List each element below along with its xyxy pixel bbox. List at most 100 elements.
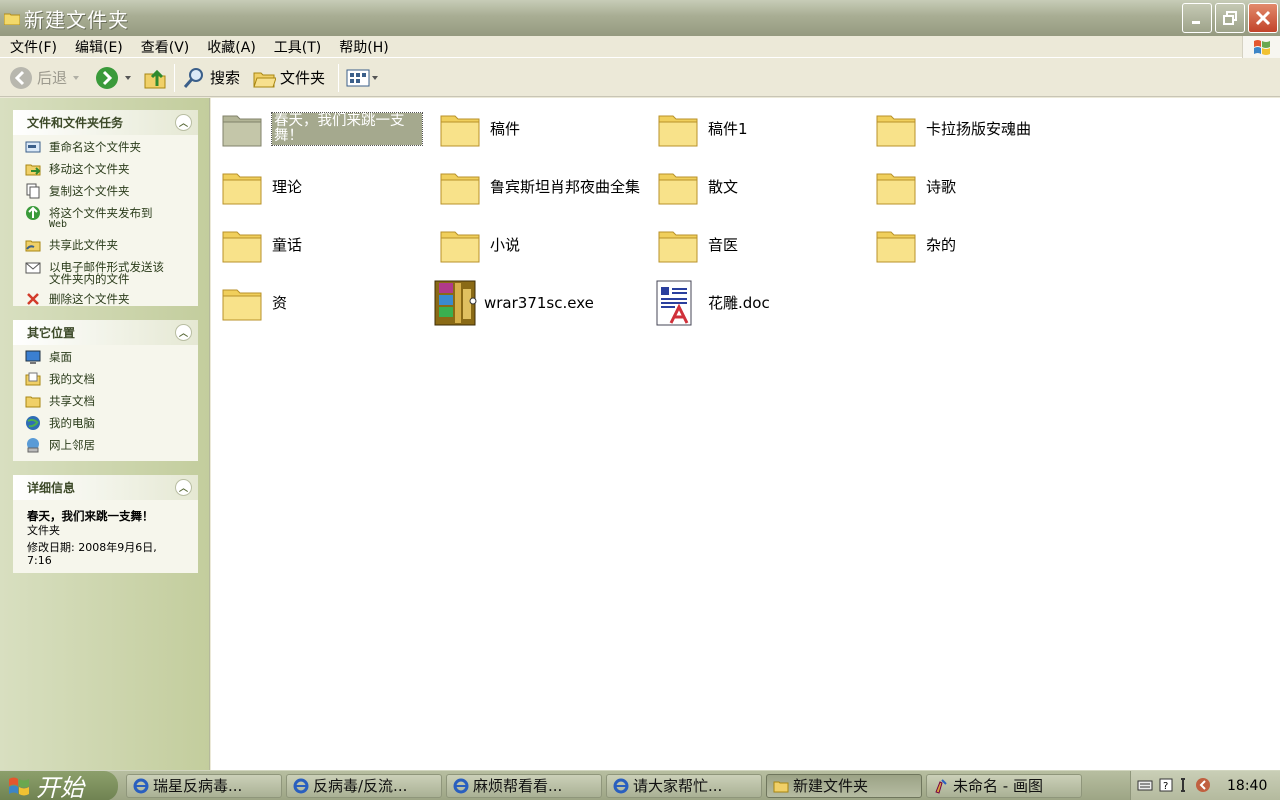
- file-item-folder[interactable]: 音医: [654, 216, 738, 274]
- network-status-icon[interactable]: [1179, 777, 1189, 796]
- task-share-folder[interactable]: 共享此文件夹: [25, 239, 188, 253]
- place-my-computer[interactable]: 我的电脑: [25, 415, 188, 431]
- task-publish-web[interactable]: 将这个文件夹发布到 Web: [25, 206, 188, 231]
- menu-view[interactable]: 查看(V): [132, 37, 199, 57]
- ie-icon: [453, 778, 469, 794]
- taskbar-button[interactable]: 请大家帮忙...: [606, 773, 762, 798]
- minimize-icon: [1192, 21, 1200, 24]
- shared-documents-icon: [25, 393, 41, 409]
- my-computer-icon: [25, 415, 41, 431]
- tray-chevron-icon[interactable]: [1195, 777, 1211, 796]
- svg-text:?: ?: [1163, 781, 1168, 792]
- windows-logo-icon: [1242, 36, 1280, 58]
- search-button[interactable]: 搜索: [179, 63, 243, 93]
- title-bar[interactable]: 新建文件夹: [0, 0, 1280, 36]
- place-network[interactable]: 网上邻居: [25, 437, 188, 453]
- folder-icon: [218, 279, 266, 327]
- taskbar: 开始 瑞星反病毒... 反病毒/反流... 麻烦帮看看... 请大家帮忙... …: [0, 770, 1280, 800]
- my-documents-icon: [25, 371, 41, 387]
- file-list-view[interactable]: 春天，我们来跳一支舞！ 稿件 稿件1 卡拉扬版安魂曲 理论 鲁宾斯坦肖邦夜曲全集…: [211, 98, 1280, 770]
- file-item-folder[interactable]: 童话: [218, 216, 302, 274]
- panel-header[interactable]: 文件和文件夹任务 ︿: [13, 110, 198, 135]
- file-item-folder[interactable]: 稿件1: [654, 100, 748, 158]
- task-pane: 文件和文件夹任务 ︿ 重命名这个文件夹 移动这个文件夹 复制这个文件夹 将这个文…: [0, 98, 210, 770]
- file-item-folder[interactable]: 春天，我们来跳一支舞！: [218, 100, 423, 158]
- folders-button[interactable]: 文件夹: [249, 63, 328, 93]
- file-item-folder[interactable]: 卡拉扬版安魂曲: [872, 100, 1031, 158]
- start-button[interactable]: 开始: [0, 770, 118, 800]
- menu-favorites[interactable]: 收藏(A): [198, 37, 265, 57]
- place-shared-documents[interactable]: 共享文档: [25, 395, 188, 409]
- file-item-folder[interactable]: 诗歌: [872, 158, 956, 216]
- copy-icon: [25, 183, 41, 199]
- folder-icon: [218, 221, 266, 269]
- place-desktop[interactable]: 桌面: [25, 349, 188, 365]
- panel-title: 其它位置: [27, 326, 76, 340]
- menu-bar: 文件(F) 编辑(E) 查看(V) 收藏(A) 工具(T) 帮助(H): [0, 36, 1280, 58]
- email-icon: [25, 259, 41, 275]
- file-item-folder[interactable]: 鲁宾斯坦肖邦夜曲全集: [436, 158, 640, 216]
- menu-file[interactable]: 文件(F): [0, 37, 66, 57]
- task-move-folder[interactable]: 移动这个文件夹: [25, 163, 188, 177]
- menu-help[interactable]: 帮助(H): [330, 37, 397, 57]
- taskbar-button[interactable]: 瑞星反病毒...: [126, 773, 282, 798]
- rename-icon: [25, 139, 41, 155]
- taskbar-button[interactable]: 反病毒/反流...: [286, 773, 442, 798]
- search-icon: [183, 67, 204, 88]
- task-delete-folder[interactable]: 删除这个文件夹: [25, 293, 188, 307]
- file-item-doc[interactable]: 花雕.doc: [650, 274, 770, 332]
- close-button[interactable]: [1248, 3, 1278, 33]
- restore-button[interactable]: [1215, 3, 1245, 33]
- network-places-icon: [25, 437, 41, 453]
- back-button[interactable]: 后退: [6, 63, 82, 93]
- window-title: 新建文件夹: [24, 7, 129, 32]
- ie-icon: [293, 778, 309, 794]
- place-my-documents[interactable]: 我的文档: [25, 371, 188, 387]
- move-icon: [25, 161, 41, 177]
- menu-tools[interactable]: 工具(T): [265, 37, 330, 57]
- task-rename-folder[interactable]: 重命名这个文件夹: [25, 141, 188, 155]
- file-item-folder[interactable]: 理论: [218, 158, 302, 216]
- panel-header[interactable]: 其它位置 ︿: [13, 320, 198, 345]
- file-item-folder[interactable]: 杂的: [872, 216, 956, 274]
- folder-icon: [218, 105, 266, 153]
- file-item-exe[interactable]: wrar371sc.exe: [432, 274, 594, 332]
- folder-icon: [773, 778, 789, 794]
- details-panel: 详细信息 ︿ 春天，我们来跳一支舞！ 文件夹 修改日期: 2008年9月6日, …: [13, 475, 198, 573]
- views-dropdown-icon[interactable]: [372, 75, 379, 80]
- back-dropdown-icon[interactable]: [73, 75, 80, 80]
- collapse-chevron-icon[interactable]: ︿: [175, 324, 192, 341]
- folder-icon: [654, 163, 702, 211]
- file-item-folder[interactable]: 散文: [654, 158, 738, 216]
- help-icon[interactable]: ?: [1159, 778, 1173, 795]
- windows-flag-icon: [9, 777, 29, 795]
- folder-icon: [654, 105, 702, 153]
- restore-icon: [1223, 11, 1237, 25]
- file-item-folder[interactable]: 稿件: [436, 100, 520, 158]
- keyboard-icon[interactable]: [1137, 779, 1153, 794]
- paint-icon: [933, 778, 949, 794]
- file-item-folder[interactable]: 资: [218, 274, 287, 332]
- forward-button[interactable]: [92, 63, 134, 93]
- taskbar-button-active[interactable]: 新建文件夹: [766, 773, 922, 798]
- minimize-button[interactable]: [1182, 3, 1212, 33]
- forward-dropdown-icon[interactable]: [125, 75, 132, 80]
- collapse-chevron-icon[interactable]: ︿: [175, 479, 192, 496]
- task-email-files[interactable]: 以电子邮件形式发送该 文件夹内的文件: [25, 261, 188, 285]
- panel-header[interactable]: 详细信息 ︿: [13, 475, 198, 500]
- back-arrow-icon: [10, 66, 32, 89]
- clock[interactable]: 18:40: [1227, 778, 1267, 794]
- taskbar-button[interactable]: 未命名 - 画图: [926, 773, 1082, 798]
- folder-icon: [872, 105, 920, 153]
- ie-icon: [133, 778, 149, 794]
- collapse-chevron-icon[interactable]: ︿: [175, 114, 192, 131]
- up-folder-button[interactable]: [140, 63, 170, 93]
- taskbar-button[interactable]: 麻烦帮看看...: [446, 773, 602, 798]
- desktop-icon: [25, 349, 41, 365]
- task-copy-folder[interactable]: 复制这个文件夹: [25, 183, 188, 199]
- views-button[interactable]: [343, 63, 381, 93]
- file-item-folder[interactable]: 小说: [436, 216, 520, 274]
- details-item-name: 春天，我们来跳一支舞！: [27, 509, 154, 523]
- folder-icon: [872, 163, 920, 211]
- menu-edit[interactable]: 编辑(E): [66, 37, 132, 57]
